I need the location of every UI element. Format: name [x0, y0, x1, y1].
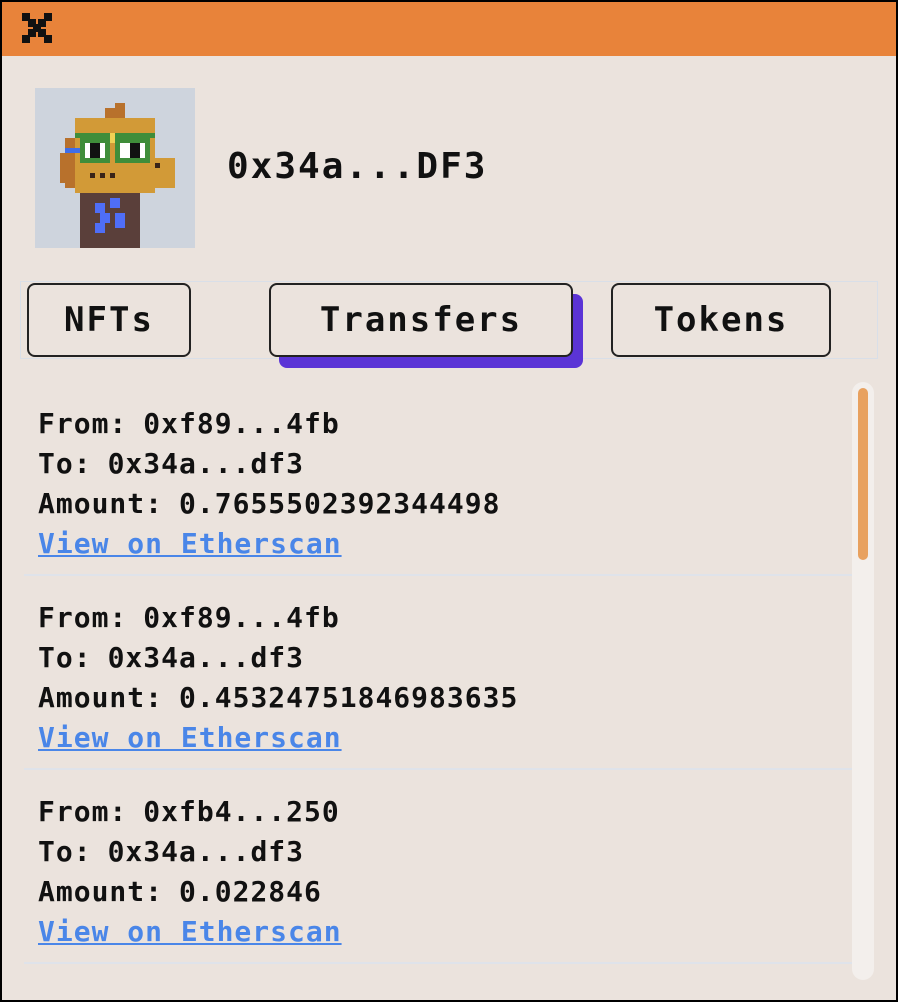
amount-value: 0.022846	[179, 875, 322, 908]
amount-value: 0.45324751846983635	[179, 681, 519, 714]
amount-label: Amount:	[38, 875, 164, 908]
pixel-avatar-icon	[35, 88, 195, 248]
amount-value: 0.7655502392344498	[179, 487, 501, 520]
transfer-to: To: 0x34a...df3	[38, 832, 304, 872]
tab-nfts[interactable]: NFTs	[27, 283, 191, 357]
to-address: 0x34a...df3	[107, 447, 305, 480]
close-icon[interactable]	[20, 11, 54, 45]
transfer-amount: Amount: 0.45324751846983635	[38, 678, 518, 718]
transfer-from: From: 0xf89...4fb	[38, 404, 340, 444]
from-label: From:	[38, 407, 128, 440]
to-label: To:	[38, 835, 92, 868]
amount-label: Amount:	[38, 681, 164, 714]
to-label: To:	[38, 641, 92, 674]
transfer-item: From: 0xfb4...250 To: 0x34a...df3 Amount: 0…	[24, 770, 854, 964]
transfer-to: To: 0x34a...df3	[38, 638, 304, 678]
to-label: To:	[38, 447, 92, 480]
from-label: From:	[38, 795, 128, 828]
transfer-from: From: 0xf89...4fb	[38, 598, 340, 638]
from-address: 0xfb4...250	[143, 795, 340, 828]
to-address: 0x34a...df3	[107, 641, 305, 674]
wallet-window: 0x34a...DF3 NFTs Transfers Tokens From: 0…	[2, 2, 896, 1000]
from-label: From:	[38, 601, 128, 634]
wallet-address: 0x34a...DF3	[227, 146, 488, 187]
transfer-amount: Amount: 0.022846	[38, 872, 322, 912]
title-bar	[2, 2, 896, 56]
etherscan-link[interactable]: View on Etherscan	[38, 718, 342, 758]
transfer-to: To: 0x34a...df3	[38, 444, 304, 484]
from-address: 0xf89...4fb	[143, 601, 340, 634]
amount-label: Amount:	[38, 487, 164, 520]
scrollbar[interactable]	[852, 382, 874, 980]
transfers-list[interactable]: From: 0xf89...4fb To: 0x34a...df3 Amount: 0…	[24, 382, 854, 972]
transfer-amount: Amount: 0.7655502392344498	[38, 484, 500, 524]
from-address: 0xf89...4fb	[143, 407, 340, 440]
tab-tokens[interactable]: Tokens	[611, 283, 831, 357]
to-address: 0x34a...df3	[107, 835, 305, 868]
transfer-from: From: 0xfb4...250	[38, 792, 340, 832]
transfer-item: From: 0xf89...4fb To: 0x34a...df3 Amount: 0…	[24, 382, 854, 576]
etherscan-link[interactable]: View on Etherscan	[38, 912, 342, 952]
scrollbar-thumb[interactable]	[858, 388, 868, 560]
tab-transfers[interactable]: Transfers	[269, 283, 573, 357]
transfer-item: From: 0xf89...4fb To: 0x34a...df3 Amount: 0…	[24, 576, 854, 770]
etherscan-link[interactable]: View on Etherscan	[38, 524, 342, 564]
